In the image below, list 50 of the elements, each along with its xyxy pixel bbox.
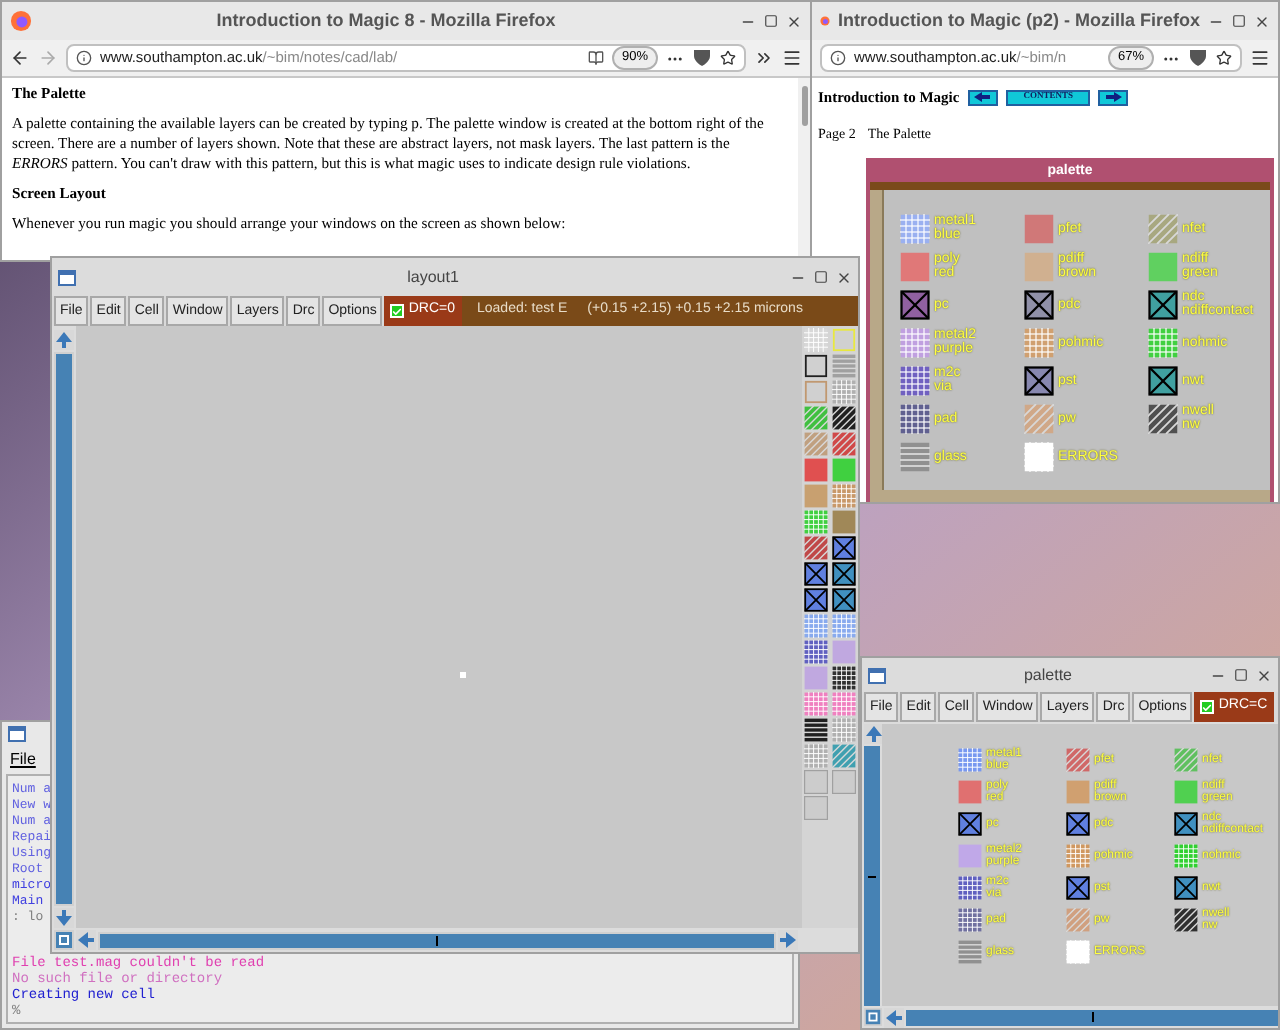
- overflow-icon[interactable]: [754, 48, 774, 68]
- scroll-up-icon[interactable]: [864, 724, 884, 744]
- window-title: layout1: [405, 265, 461, 289]
- menu-icon[interactable]: [1250, 48, 1270, 68]
- browser-logo-icon: [10, 10, 32, 32]
- vertical-scrollbar[interactable]: [54, 352, 74, 906]
- close-icon[interactable]: [836, 269, 852, 285]
- window-title: palette: [1021, 663, 1075, 687]
- window-icon: [58, 269, 76, 285]
- right-arrow-icon: [1105, 92, 1122, 103]
- drc-checkbox[interactable]: [390, 304, 405, 318]
- close-icon[interactable]: [786, 13, 802, 29]
- maximize-icon[interactable]: [1232, 14, 1246, 28]
- reader-icon[interactable]: [587, 50, 604, 66]
- star-icon[interactable]: [720, 50, 736, 66]
- next-button[interactable]: [1098, 89, 1129, 106]
- close-icon[interactable]: [1256, 667, 1272, 683]
- previous-button[interactable]: [967, 89, 998, 106]
- menu-item[interactable]: File: [10, 748, 36, 772]
- shield-icon[interactable]: [1188, 48, 1208, 68]
- shield-icon[interactable]: [692, 48, 712, 68]
- window-title: Introduction to Magic 8 - Mozilla Firefox: [214, 7, 558, 34]
- check-icon: [1202, 701, 1213, 713]
- scroll-right-icon[interactable]: [778, 930, 798, 950]
- star-icon[interactable]: [1216, 50, 1232, 66]
- scroll-left-icon[interactable]: [76, 930, 96, 950]
- info-icon[interactable]: [830, 50, 846, 66]
- zoom-box-icon[interactable]: [864, 1008, 882, 1026]
- maximize-icon[interactable]: [1234, 668, 1248, 682]
- zoom-box-icon[interactable]: [54, 930, 74, 950]
- scrollbar[interactable]: [798, 78, 810, 260]
- window-icon: [8, 726, 26, 742]
- back-icon[interactable]: [10, 48, 30, 68]
- window-icon: [868, 667, 886, 683]
- close-icon[interactable]: [1254, 13, 1270, 29]
- maximize-icon[interactable]: [764, 14, 778, 28]
- info-icon[interactable]: [76, 50, 92, 66]
- maximize-icon[interactable]: [814, 270, 828, 284]
- cursor-point: [460, 672, 466, 678]
- check-icon: [392, 305, 403, 317]
- menu-icon[interactable]: [782, 48, 802, 68]
- vertical-scrollbar[interactable]: [864, 746, 880, 1006]
- horizontal-scrollbar[interactable]: [906, 1009, 1278, 1025]
- left-arrow-icon: [974, 92, 991, 103]
- window-title: Introduction to Magic (p2) - Mozilla Firefox: [838, 7, 1200, 34]
- drc-checkbox[interactable]: [1200, 700, 1215, 714]
- scroll-up-icon[interactable]: [54, 330, 74, 350]
- scroll-down-icon[interactable]: [54, 908, 74, 928]
- scroll-left-icon[interactable]: [884, 1007, 904, 1027]
- horizontal-scrollbar[interactable]: [98, 931, 776, 949]
